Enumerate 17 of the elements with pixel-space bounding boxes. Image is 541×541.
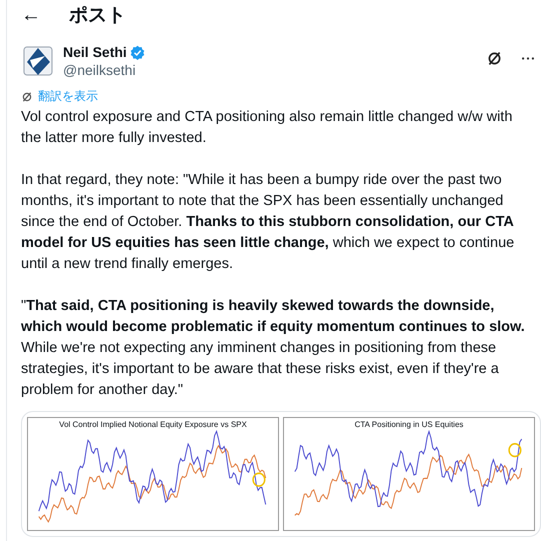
highlight-circle	[252, 472, 266, 487]
avatar[interactable]	[21, 44, 55, 78]
slashed-circle-icon	[21, 90, 33, 102]
chart-image[interactable]: CTA Positioning in US Equities	[283, 417, 535, 531]
post-paragraph: Vol control exposure and CTA positioning also remain little changed w/w with the latter more fully invested.	[21, 108, 514, 148]
post-paragraph: In that regard, they note: "While it has been a bumpy ride over the past two months, it's important to note that the SPX has been essentially unchanged since the end of October. Thanks to this stubborn consolidation, our CTA model for US equities has seen little change, which we expect to continue until a new trend finally emerges.	[21, 171, 516, 274]
author-name[interactable]: Neil Sethi	[63, 44, 127, 60]
slashed-circle-icon[interactable]	[486, 50, 503, 67]
chart-image[interactable]: Vol Control Implied Notional Equity Exposure vs SPX	[27, 417, 279, 531]
post-paragraph: "That said, CTA positioning is heavily skewed towards the downside, which would become problematic if equity momentum continues to slow. While we're not expecting any imminent changes in positioning from these strategies, it's important to be aware that these risks exist, even if they're a problem for another day."	[21, 297, 525, 400]
highlight-circle	[508, 443, 522, 458]
author-handle[interactable]: @neilksethi	[63, 62, 478, 78]
page-title: ポスト	[69, 3, 126, 28]
back-button[interactable]: ←	[21, 4, 41, 26]
more-options-icon[interactable]	[521, 56, 535, 61]
chart-title: Vol Control Implied Notional Equity Exposure vs SPX	[59, 420, 247, 429]
chart-title: CTA Positioning in US Equities	[354, 420, 464, 429]
